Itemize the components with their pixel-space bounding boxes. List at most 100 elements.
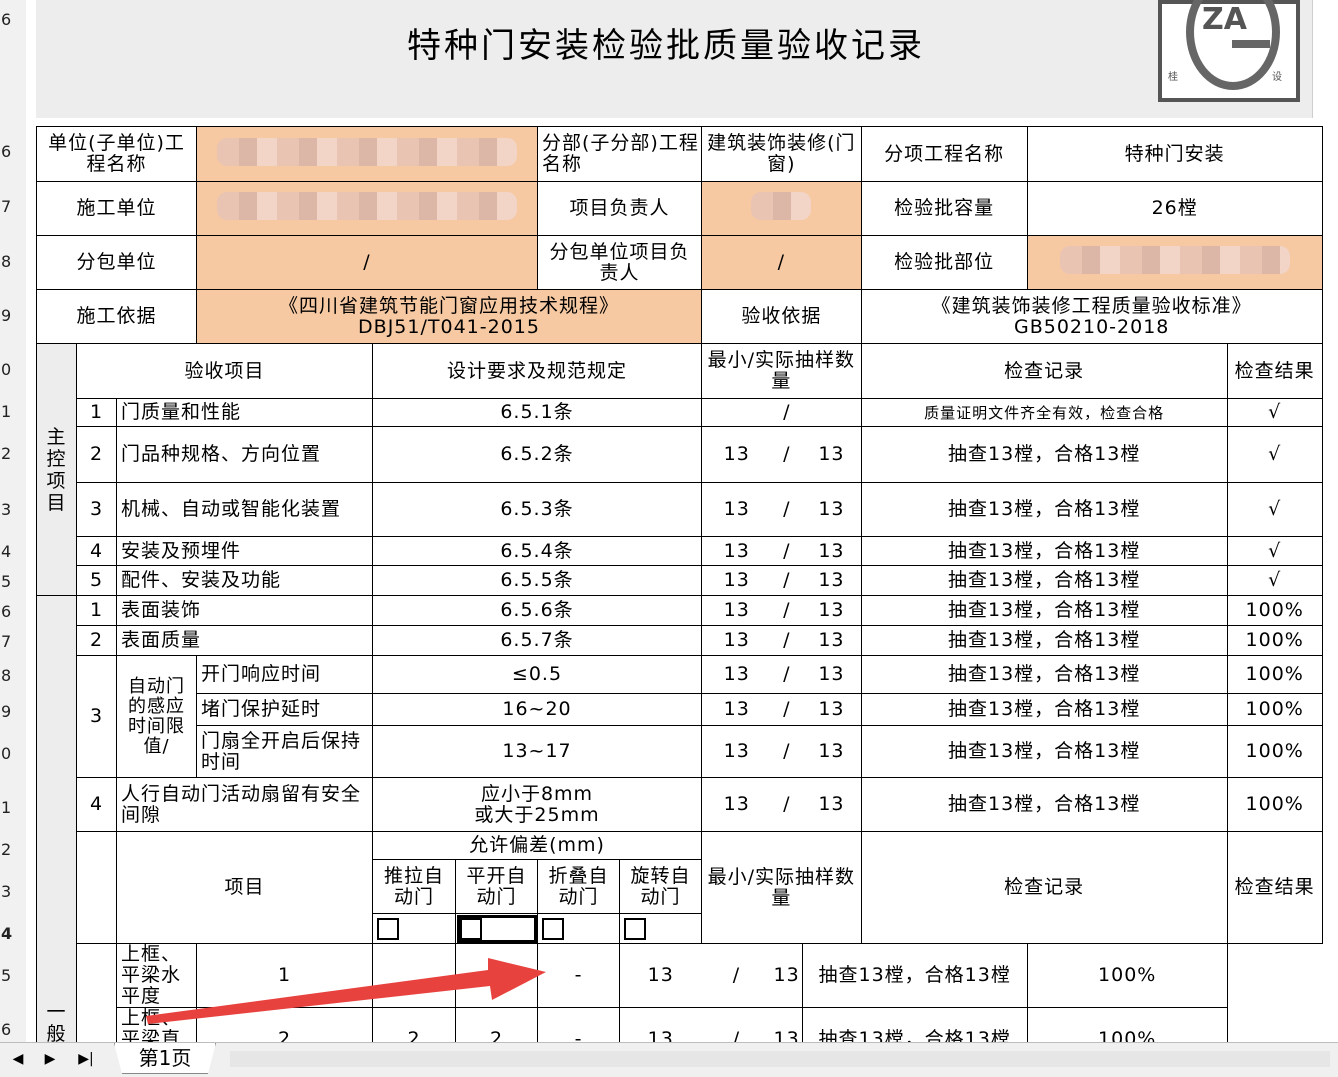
row-record[interactable]: 抽查13樘，合格13樘 (860, 426, 1228, 483)
row-v2[interactable]: 2 (372, 1007, 456, 1042)
row-v3[interactable]: 1 (455, 943, 538, 1008)
basis-value[interactable]: 《四川省建筑节能门窗应用技术规程》 DBJ51/T041-2015 (196, 289, 702, 344)
row-v4[interactable]: - (537, 1007, 620, 1042)
row-result[interactable]: 100% (1226, 725, 1323, 778)
row-number[interactable]: 5 (0, 966, 27, 985)
row-record[interactable]: 抽查13樘，合格13樘 (801, 1007, 1028, 1042)
first-sheet-icon[interactable]: ◀ (8, 1049, 28, 1069)
row-record[interactable]: 质量证明文件齐全有效，检查合格 (860, 398, 1228, 427)
row-actual[interactable]: 13 (802, 725, 862, 778)
row-v1[interactable]: 2 (196, 1007, 373, 1042)
row-result[interactable]: 100% (1226, 693, 1323, 726)
row-actual[interactable]: 13 (802, 693, 862, 726)
row-result[interactable]: 100% (1226, 625, 1323, 656)
row-record[interactable]: 抽查13樘，合格13樘 (860, 482, 1228, 537)
row-min[interactable]: 13 (701, 426, 772, 483)
spreadsheet[interactable]: 特种门安装检验批质量验收记录 ZA 桂 设 单位(子单位)工程名称 分部(子分部… (26, 0, 1338, 1042)
row-number[interactable]: 6 (0, 10, 27, 29)
row-number[interactable]: 8 (0, 252, 27, 271)
row-min[interactable]: 13 (619, 1007, 702, 1042)
row-result[interactable]: 100% (1026, 943, 1228, 1008)
row-record[interactable]: 抽查13樘，合格13樘 (801, 943, 1028, 1008)
row-number[interactable]: 1 (0, 798, 27, 817)
row-number[interactable]: 8 (0, 666, 27, 685)
row-record[interactable]: 抽查13樘，合格13樘 (860, 655, 1228, 694)
acceptance-value[interactable]: 《建筑装饰装修工程质量验收标准》 GB50210-2018 (860, 289, 1323, 344)
row-result[interactable]: 100% (1226, 595, 1323, 626)
row-number[interactable]: 0 (0, 744, 27, 763)
row-number[interactable]: 2 (0, 444, 27, 463)
row-v3[interactable]: 2 (455, 1007, 538, 1042)
row-number[interactable]: 0 (0, 360, 27, 379)
row-result[interactable]: √ (1226, 482, 1323, 537)
next-sheet-icon[interactable]: ▶ (40, 1049, 60, 1069)
row-min[interactable]: 13 (701, 725, 772, 778)
row-record[interactable]: 抽查13樘，合格13樘 (860, 565, 1228, 596)
row-number[interactable]: 9 (0, 702, 27, 721)
row-number[interactable]: 3 (0, 500, 27, 519)
row-min[interactable]: 13 (701, 482, 772, 537)
pm-value[interactable] (701, 181, 862, 236)
row-result[interactable]: √ (1226, 426, 1323, 483)
sheet-tab[interactable]: 第1页 (114, 1043, 216, 1074)
row-record[interactable]: 抽查13樘，合格13樘 (860, 725, 1228, 778)
row-v4[interactable]: - (537, 943, 620, 1008)
row-actual[interactable]: 13 (802, 536, 862, 566)
row-number[interactable]: 6 (0, 1020, 27, 1039)
checkbox-cell-selected[interactable] (455, 913, 538, 944)
subitem-value[interactable]: 特种门安装 (1026, 126, 1323, 182)
row-result[interactable]: 100% (1026, 1007, 1228, 1042)
row-v2[interactable] (372, 943, 456, 1008)
row-v1[interactable]: 1 (196, 943, 373, 1008)
row-record[interactable]: 抽查13樘，合格13樘 (860, 536, 1228, 566)
row-actual[interactable]: 13 (802, 426, 862, 483)
row-actual[interactable]: 13 (802, 595, 862, 626)
unit-project-value[interactable] (196, 126, 538, 182)
row-min[interactable]: 13 (701, 693, 772, 726)
row-number[interactable]: 7 (0, 632, 27, 651)
row-min[interactable] (701, 398, 772, 427)
revolving-checkbox[interactable] (624, 917, 646, 940)
row-actual[interactable]: 13 (802, 777, 862, 832)
row-result[interactable]: √ (1226, 398, 1323, 427)
row-min[interactable]: 13 (619, 943, 702, 1008)
row-actual[interactable]: 13 (802, 565, 862, 596)
folding-checkbox[interactable] (542, 917, 564, 940)
row-result[interactable]: 100% (1226, 777, 1323, 832)
row-actual[interactable]: 13 (802, 655, 862, 694)
row-min[interactable]: 13 (701, 565, 772, 596)
row-actual[interactable]: 13 (771, 943, 803, 1008)
row-number[interactable]: 7 (0, 197, 27, 216)
row-actual[interactable]: 13 (771, 1007, 803, 1042)
row-min[interactable]: 13 (701, 655, 772, 694)
row-number[interactable]: 3 (0, 882, 27, 901)
row-number[interactable]: 4 (0, 924, 27, 943)
location-value[interactable] (1026, 235, 1323, 290)
contractor-value[interactable] (196, 181, 538, 236)
row-record[interactable]: 抽查13樘，合格13樘 (860, 693, 1228, 726)
swing-checkbox[interactable] (460, 917, 482, 940)
row-min[interactable]: 13 (701, 595, 772, 626)
row-number[interactable]: 9 (0, 306, 27, 325)
sliding-checkbox[interactable] (377, 917, 399, 940)
row-result[interactable]: √ (1226, 536, 1323, 566)
row-number[interactable]: 6 (0, 602, 27, 621)
row-actual[interactable]: 13 (802, 625, 862, 656)
horizontal-scrollbar[interactable] (230, 1051, 1330, 1067)
row-result[interactable]: 100% (1226, 655, 1323, 694)
row-min[interactable]: 13 (701, 536, 772, 566)
row-record[interactable]: 抽查13樘，合格13樘 (860, 777, 1228, 832)
row-record[interactable]: 抽查13樘，合格13樘 (860, 595, 1228, 626)
row-number[interactable]: 6 (0, 142, 27, 161)
capacity-value[interactable]: 26樘 (1026, 181, 1323, 236)
row-number[interactable]: 5 (0, 572, 27, 591)
division-value[interactable]: 建筑装饰装修(门窗) (701, 126, 862, 182)
row-min[interactable]: 13 (701, 625, 772, 656)
row-record[interactable]: 抽查13樘，合格13樘 (860, 625, 1228, 656)
row-actual[interactable]: 13 (802, 482, 862, 537)
row-actual[interactable] (802, 398, 862, 427)
row-number[interactable]: 2 (0, 840, 27, 859)
row-number[interactable]: 4 (0, 542, 27, 561)
last-sheet-icon[interactable]: ▶| (76, 1049, 96, 1069)
row-min[interactable]: 13 (701, 777, 772, 832)
